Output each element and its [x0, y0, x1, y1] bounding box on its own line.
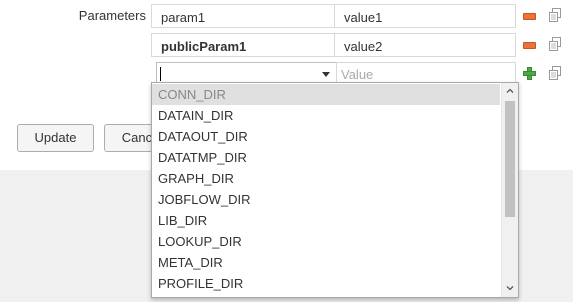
dropdown-scrollbar[interactable]: [501, 83, 518, 297]
chevron-down-icon[interactable]: [505, 283, 515, 293]
value-placeholder: Value: [341, 67, 374, 82]
plus-icon[interactable]: [523, 67, 536, 80]
chevron-up-icon[interactable]: [505, 86, 515, 96]
dropdown-option[interactable]: LIB_DIR: [152, 210, 500, 231]
copy-icon[interactable]: [549, 8, 561, 22]
scrollbar-thumb[interactable]: [505, 101, 515, 217]
parameter-value-cell[interactable]: value1: [334, 4, 516, 28]
dropdown-option[interactable]: DATAOUT_DIR: [152, 126, 500, 147]
copy-icon[interactable]: [549, 66, 561, 80]
parameter-name: publicParam1: [161, 39, 247, 54]
parameter-value: value2: [344, 39, 383, 54]
parameters-label: Parameters: [78, 8, 146, 23]
parameter-name-cell[interactable]: param1: [151, 4, 335, 28]
dropdown-option[interactable]: DATATMP_DIR: [152, 147, 500, 168]
parameter-name-dropdown[interactable]: CONN_DIR DATAIN_DIR DATAOUT_DIR DATATMP_…: [151, 82, 519, 298]
dropdown-option[interactable]: PROFILE_DIR: [152, 273, 500, 294]
minus-icon[interactable]: [523, 42, 536, 49]
parameter-value: value1: [344, 10, 383, 25]
chevron-down-icon: [322, 72, 330, 77]
text-caret: [160, 67, 161, 81]
dropdown-option[interactable]: JOBFLOW_DIR: [152, 189, 500, 210]
dropdown-option[interactable]: GRAPH_DIR: [152, 168, 500, 189]
copy-icon[interactable]: [549, 37, 561, 51]
dropdown-option[interactable]: CONN_DIR: [152, 84, 500, 105]
dropdown-option[interactable]: LOOKUP_DIR: [152, 231, 500, 252]
parameter-value-cell[interactable]: value2: [334, 33, 516, 57]
parameter-name: param1: [161, 10, 206, 25]
dropdown-option[interactable]: META_DIR: [152, 252, 500, 273]
minus-icon[interactable]: [523, 13, 536, 20]
dropdown-option[interactable]: DATAIN_DIR: [152, 105, 500, 126]
parameter-name-cell[interactable]: publicParam1: [151, 33, 335, 57]
update-button[interactable]: Update: [17, 124, 94, 152]
